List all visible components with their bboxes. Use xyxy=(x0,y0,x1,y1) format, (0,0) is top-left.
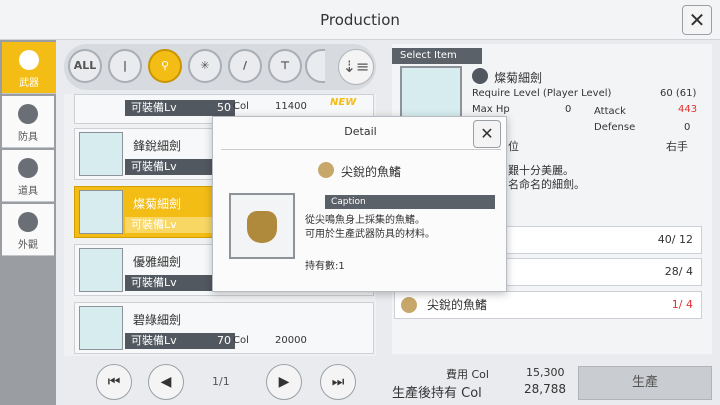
item-req: 可裝備Lv 70 xyxy=(125,333,235,349)
owned-count: 持有數:1 xyxy=(305,261,345,272)
outfit-icon xyxy=(18,212,38,232)
armor-icon xyxy=(18,104,38,124)
hammer-icon: ⊤ xyxy=(279,59,291,72)
window-title: Production xyxy=(320,11,400,29)
prev-page-icon: ◀ xyxy=(160,374,172,390)
produce-button[interactable]: 生產 xyxy=(578,366,712,400)
sidebar-item-appearance[interactable]: 外觀 xyxy=(2,204,54,256)
first-page-icon: ⏮ xyxy=(107,374,121,390)
after-value: 28,788 xyxy=(524,382,566,396)
sidebar-item-label: 防具 xyxy=(18,132,38,143)
sort-button[interactable]: ⇣≡ xyxy=(338,49,374,85)
filter-all-button[interactable]: ALL xyxy=(68,49,102,83)
close-button[interactable]: ✕ xyxy=(682,5,712,35)
sort-icon: ⇣≡ xyxy=(342,57,370,76)
potion-icon xyxy=(18,158,38,178)
item-thumbnail xyxy=(79,190,123,234)
page-indicator: 1/1 xyxy=(212,375,230,388)
filter-axe-button[interactable]: ✳ xyxy=(188,49,222,83)
divider xyxy=(221,149,501,150)
item-thumbnail xyxy=(79,132,123,176)
last-page-button[interactable]: ⏭ xyxy=(320,364,356,400)
last-page-icon: ⏭ xyxy=(331,374,345,390)
selected-item-name: 燦菊細劍 xyxy=(494,71,543,85)
close-icon: ✕ xyxy=(480,124,494,143)
next-page-icon: ▶ xyxy=(278,374,290,390)
rapier-icon: ⚲ xyxy=(160,59,170,72)
item-thumbnail xyxy=(79,306,123,350)
sidebar-item-label: 外觀 xyxy=(18,240,38,251)
weapon-icon xyxy=(19,50,39,70)
modal-item-name: 尖銳的魚鰭 xyxy=(341,165,402,179)
detail-modal: Detail ✕ 尖銳的魚鰭 Caption 從尖鳴魚身上採集的魚鰭。 可用於生… xyxy=(212,116,507,292)
filter-dagger-button[interactable]: / xyxy=(228,49,262,83)
sidebar-item-items[interactable]: 道具 xyxy=(2,150,54,202)
fin-material-icon xyxy=(318,162,334,178)
sidebar-item-label: 道具 xyxy=(18,186,38,197)
filter-rapier-button[interactable]: ⚲ xyxy=(148,49,182,83)
caption-line-1: 從尖鳴魚身上採集的魚鰭。 xyxy=(305,215,425,226)
cost-value: 15,300 xyxy=(526,366,565,379)
fin-material-icon xyxy=(401,297,417,313)
close-icon: ✕ xyxy=(688,8,706,32)
axe-like-icon: ✳ xyxy=(200,59,210,72)
sidebar-item-weapons[interactable]: 武器 xyxy=(2,42,56,94)
sidebar-item-label: 武器 xyxy=(19,78,39,89)
item-req: 可裝備Lv 50 xyxy=(125,100,235,116)
caption-line-2: 可用於生產武器防具的材料。 xyxy=(305,229,435,240)
after-label: 生產後持有 Col xyxy=(392,386,482,401)
material-thumbnail xyxy=(229,193,295,259)
modal-title: Detail xyxy=(344,125,377,138)
list-item[interactable]: 碧綠細劍 可裝備Lv 70 Col 20000 xyxy=(74,302,374,354)
new-badge: NEW xyxy=(330,97,357,108)
sidebar-item-armor[interactable]: 防具 xyxy=(2,96,54,148)
caption-label: Caption xyxy=(325,195,495,209)
cost-label: 費用 Col xyxy=(446,368,489,381)
item-thumbnail xyxy=(79,248,123,292)
money-bag-icon xyxy=(247,211,277,243)
dagger-icon: / xyxy=(242,59,248,72)
rapier-icon xyxy=(472,68,488,84)
next-page-button[interactable]: ▶ xyxy=(266,364,302,400)
sword-icon: | xyxy=(122,59,128,72)
modal-close-button[interactable]: ✕ xyxy=(473,120,501,148)
filter-sword-button[interactable]: | xyxy=(108,49,142,83)
material-row-short: 尖銳的魚鰭 1/ 4 xyxy=(394,291,702,319)
first-page-button[interactable]: ⏮ xyxy=(96,364,132,400)
prev-page-button[interactable]: ◀ xyxy=(148,364,184,400)
select-item-tag: Select Item xyxy=(392,48,482,64)
filter-hammer-button[interactable]: ⊤ xyxy=(268,49,302,83)
